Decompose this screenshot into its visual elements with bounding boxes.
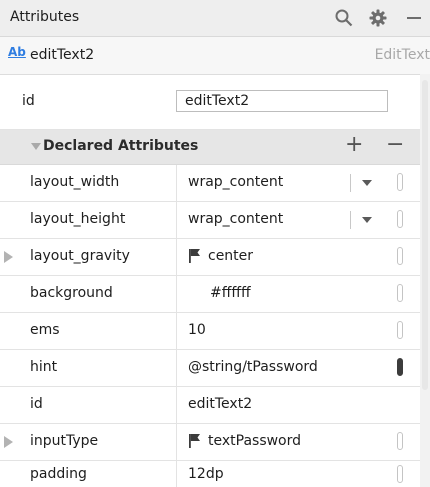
scrollbar-thumb[interactable] xyxy=(422,80,428,390)
remove-attribute-button[interactable]: − xyxy=(386,132,404,157)
attribute-value[interactable]: @string/tPassword xyxy=(188,359,318,375)
dropdown-divider xyxy=(350,211,351,229)
resource-picker-button[interactable] xyxy=(397,432,403,450)
attribute-row-layout-width[interactable]: layout_width wrap_content xyxy=(0,165,420,202)
section-title: Declared Attributes xyxy=(43,138,199,154)
collapse-triangle-icon[interactable] xyxy=(31,143,41,150)
attribute-label: layout_gravity xyxy=(30,248,130,264)
attribute-row-background[interactable]: background #ffffff xyxy=(0,276,420,313)
resource-picker-button[interactable] xyxy=(397,210,403,228)
resource-picker-button[interactable] xyxy=(397,321,403,339)
resource-picker-button[interactable] xyxy=(397,247,403,265)
attribute-row-ems[interactable]: ems 10 xyxy=(0,313,420,350)
gear-icon[interactable] xyxy=(366,4,390,32)
id-row: id editText2 xyxy=(0,75,420,130)
column-divider xyxy=(176,239,177,275)
column-divider xyxy=(176,165,177,201)
attribute-row-hint[interactable]: hint @string/tPassword xyxy=(0,350,420,387)
attribute-label: padding xyxy=(30,466,87,482)
selected-component-bar: Ab editText2 EditText xyxy=(0,37,430,75)
attribute-label: ems xyxy=(30,322,60,338)
dropdown-divider xyxy=(350,174,351,192)
attribute-value[interactable]: #ffffff xyxy=(210,285,251,301)
attribute-value[interactable]: wrap_content xyxy=(188,211,283,227)
panel-title: Attributes xyxy=(10,9,80,25)
attribute-label: background xyxy=(30,285,113,301)
add-attribute-button[interactable]: + xyxy=(345,132,363,157)
attribute-label: layout_height xyxy=(30,211,126,227)
component-class: EditText xyxy=(374,47,430,63)
attribute-label: id xyxy=(30,396,43,412)
component-name: editText2 xyxy=(30,47,95,63)
flag-icon xyxy=(188,433,202,449)
column-divider xyxy=(176,387,177,423)
attribute-label: inputType xyxy=(30,433,99,449)
column-divider xyxy=(176,424,177,460)
attribute-row-layout-gravity[interactable]: layout_gravity center xyxy=(0,239,420,276)
attributes-panel-header: Attributes xyxy=(0,0,430,37)
minimize-icon[interactable] xyxy=(402,4,426,32)
attribute-value[interactable]: center xyxy=(208,248,253,264)
attribute-value[interactable]: textPassword xyxy=(208,433,301,449)
column-divider xyxy=(176,202,177,238)
chevron-down-icon[interactable] xyxy=(362,180,372,186)
resource-picker-button[interactable] xyxy=(397,358,403,376)
resource-picker-button[interactable] xyxy=(397,465,403,483)
id-input[interactable]: editText2 xyxy=(176,90,388,112)
attribute-value[interactable]: wrap_content xyxy=(188,174,283,190)
resource-picker-button[interactable] xyxy=(397,284,403,302)
attribute-value[interactable]: editText2 xyxy=(188,396,252,412)
column-divider xyxy=(176,461,177,487)
declared-attributes-header[interactable]: Declared Attributes + − xyxy=(0,130,420,165)
attribute-value[interactable]: 12dp xyxy=(188,466,224,482)
attribute-label: layout_width xyxy=(30,174,120,190)
column-divider xyxy=(176,276,177,312)
search-icon[interactable] xyxy=(332,4,356,32)
chevron-down-icon[interactable] xyxy=(362,217,372,223)
attribute-row-input-type[interactable]: inputType textPassword xyxy=(0,424,420,461)
resource-picker-button[interactable] xyxy=(397,173,403,191)
vertical-scrollbar[interactable] xyxy=(420,74,430,487)
attribute-label: hint xyxy=(30,359,58,375)
id-label: id xyxy=(22,93,35,109)
attribute-row-padding[interactable]: padding 12dp xyxy=(0,461,420,487)
expand-triangle-icon[interactable] xyxy=(4,436,13,448)
column-divider xyxy=(176,350,177,386)
attribute-row-id[interactable]: id editText2 xyxy=(0,387,420,424)
expand-triangle-icon[interactable] xyxy=(4,251,13,263)
attribute-value[interactable]: 10 xyxy=(188,322,206,338)
attribute-row-layout-height[interactable]: layout_height wrap_content xyxy=(0,202,420,239)
column-divider xyxy=(176,313,177,349)
flag-icon xyxy=(188,248,202,264)
